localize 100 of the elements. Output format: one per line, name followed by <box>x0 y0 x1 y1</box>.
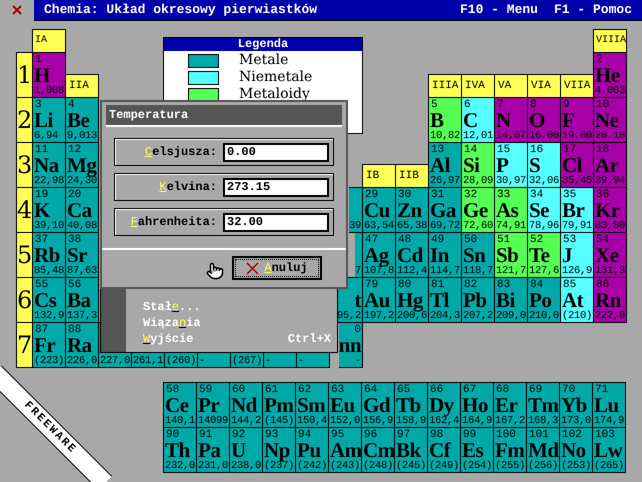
period-label: 2 <box>16 97 33 143</box>
element-cell[interactable]: 48 Cd 112,4 <box>395 232 429 278</box>
element-cell[interactable]: 68 Er 167,2 <box>493 382 527 428</box>
temperature-field[interactable]: 0.00 <box>223 142 329 162</box>
element-cell[interactable]: 85 At (210) <box>560 277 594 323</box>
element-cell[interactable]: 62 Sm 150,4 <box>295 382 329 428</box>
element-cell[interactable]: 60 Nd 144,2 <box>229 382 263 428</box>
element-cell[interactable]: 98 Cf (249) <box>427 427 461 473</box>
element-cell[interactable]: 3 Li 6,94 <box>32 97 66 143</box>
element-cell[interactable]: 90 Th 232,0 <box>163 427 197 473</box>
element-cell[interactable]: 29 Cu 63,54 <box>362 187 396 233</box>
element-symbol: Pa <box>198 438 220 462</box>
element-cell[interactable]: 11 Na 22,98 <box>32 142 66 188</box>
group-label: VIIIA <box>593 29 627 53</box>
atomic-number: 87 <box>35 324 48 336</box>
element-cell[interactable]: 103 Lw (265) <box>592 427 626 473</box>
element-cell[interactable]: 33 As 74,91 <box>494 187 528 233</box>
element-cell[interactable]: 99 Es (254) <box>460 427 494 473</box>
element-cell[interactable]: 53 J 126,9 <box>560 232 594 278</box>
atomic-mass: 4,003 <box>595 85 626 97</box>
element-cell[interactable]: 92 U 238,0 <box>229 427 263 473</box>
element-cell[interactable]: 71 Lu 174,9 <box>592 382 626 428</box>
atomic-number: 93 <box>265 429 278 441</box>
element-cell[interactable]: 5 B 10,82 <box>428 97 462 143</box>
element-cell[interactable]: 70 Yb 173,0 <box>559 382 593 428</box>
element-symbol: Pr <box>198 393 220 417</box>
element-symbol: Cf <box>429 438 450 462</box>
element-cell[interactable]: 20 Ca 40,08 <box>65 187 99 233</box>
key-hint: F10 - Menu <box>460 1 538 20</box>
element-cell[interactable]: 80 Hg 200,6 <box>395 277 429 323</box>
element-cell[interactable]: 95 Am (243) <box>328 427 362 473</box>
atomic-mass: 6,94 <box>34 130 58 142</box>
close-button[interactable] <box>0 0 34 20</box>
element-cell[interactable]: 100 Fm (255) <box>493 427 527 473</box>
element-cell[interactable]: 91 Pa 231,0 <box>196 427 230 473</box>
element-cell[interactable]: 63 Eu 152,0 <box>328 382 362 428</box>
element-cell[interactable]: 32 Ge 72,60 <box>461 187 495 233</box>
atomic-number: 97 <box>397 429 410 441</box>
element-cell[interactable]: 51 Sb 121,7 <box>494 232 528 278</box>
element-cell[interactable]: 64 Gd 156,9 <box>361 382 395 428</box>
element-cell[interactable]: 83 Bi 209,0 <box>494 277 528 323</box>
element-cell[interactable]: 59 Pr 14099 <box>196 382 230 428</box>
atomic-number: 88 <box>68 324 82 336</box>
element-cell[interactable]: 88 Ra 226,0 <box>65 322 99 368</box>
element-cell[interactable]: 52 Te 127,6 <box>527 232 561 278</box>
element-cell[interactable]: 6 C 12,01 <box>461 97 495 143</box>
atomic-number: 65 <box>397 384 410 396</box>
element-cell[interactable]: 16 S 32,06 <box>527 142 561 188</box>
element-cell[interactable]: 4 Be 9,013 <box>65 97 99 143</box>
element-cell[interactable]: 61 Pm (145) <box>262 382 296 428</box>
element-cell[interactable]: 67 Ho 164,9 <box>460 382 494 428</box>
element-cell[interactable]: 15 P 30,97 <box>494 142 528 188</box>
element-cell[interactable]: 58 Ce 140,1 <box>163 382 197 428</box>
element-cell[interactable]: 84 Po 210,0 <box>527 277 561 323</box>
atomic-number: 10 <box>596 99 610 111</box>
group-label: VIA <box>527 74 561 98</box>
temperature-field[interactable]: 32.00 <box>223 212 329 232</box>
element-cell[interactable]: 69 Tm 168,3 <box>526 382 560 428</box>
element-cell[interactable]: 97 Bk (245) <box>394 427 428 473</box>
element-cell[interactable]: 34 Se 78,96 <box>527 187 561 233</box>
element-cell[interactable]: 37 Rb 85,48 <box>32 232 66 278</box>
element-cell[interactable]: 13 Al 26,97 <box>428 142 462 188</box>
atomic-number: 31 <box>431 189 444 201</box>
element-cell[interactable]: 102 No (253) <box>559 427 593 473</box>
element-cell[interactable]: 31 Ga 69,72 <box>428 187 462 233</box>
element-symbol: Rb <box>34 243 60 267</box>
atomic-number: 102 <box>562 429 582 441</box>
element-cell[interactable]: 14 Si 28,09 <box>461 142 495 188</box>
element-cell[interactable]: 50 Sn 118,7 <box>461 232 495 278</box>
element-cell[interactable]: 55 Cs 132,9 <box>32 277 66 323</box>
atomic-mass: 14,07 <box>496 130 526 142</box>
element-cell[interactable]: 56 Ba 137,3 <box>65 277 99 323</box>
element-cell[interactable]: 87 Fr (223) <box>32 322 66 368</box>
element-cell[interactable]: 35 Br 79,91 <box>560 187 594 233</box>
atomic-number: 95 <box>331 429 344 441</box>
element-cell[interactable]: 79 Au 197,2 <box>362 277 396 323</box>
element-cell[interactable]: 81 Tl 204,3 <box>428 277 462 323</box>
atomic-mass: 12,01 <box>463 130 494 142</box>
element-cell[interactable]: 12 Mg 24,30 <box>65 142 99 188</box>
atomic-mass: 95,2 <box>336 310 361 322</box>
element-cell[interactable]: 39 <box>348 187 363 233</box>
element-cell[interactable]: 66 Dy 162,4 <box>427 382 461 428</box>
element-cell[interactable]: 96 Cm (248) <box>361 427 395 473</box>
atomic-mass: 63,54 <box>364 220 394 232</box>
element-cell[interactable]: 94 Pu (242) <box>295 427 329 473</box>
element-symbol: Gd <box>363 393 390 417</box>
element-cell[interactable]: 93 Np (237) <box>262 427 296 473</box>
temperature-field[interactable]: 273.15 <box>223 178 329 196</box>
cancel-button[interactable]: Anuluj <box>232 256 322 280</box>
element-symbol: Tm <box>528 393 558 417</box>
element-cell[interactable]: 19 K 39,10 <box>32 187 66 233</box>
element-cell[interactable]: 47 Ag 107,8 <box>362 232 396 278</box>
element-cell[interactable]: 0 nn - <box>338 322 363 368</box>
element-cell[interactable]: 101 Md (256) <box>526 427 560 473</box>
element-cell[interactable]: 38 Sr 87,63 <box>65 232 99 278</box>
element-symbol: Ra <box>67 333 92 357</box>
element-cell[interactable]: 82 Pb 207,2 <box>461 277 495 323</box>
element-cell[interactable]: 65 Tb 158,9 <box>394 382 428 428</box>
element-cell[interactable]: 30 Zn 65,38 <box>395 187 429 233</box>
element-cell[interactable]: 49 In 114,7 <box>428 232 462 278</box>
